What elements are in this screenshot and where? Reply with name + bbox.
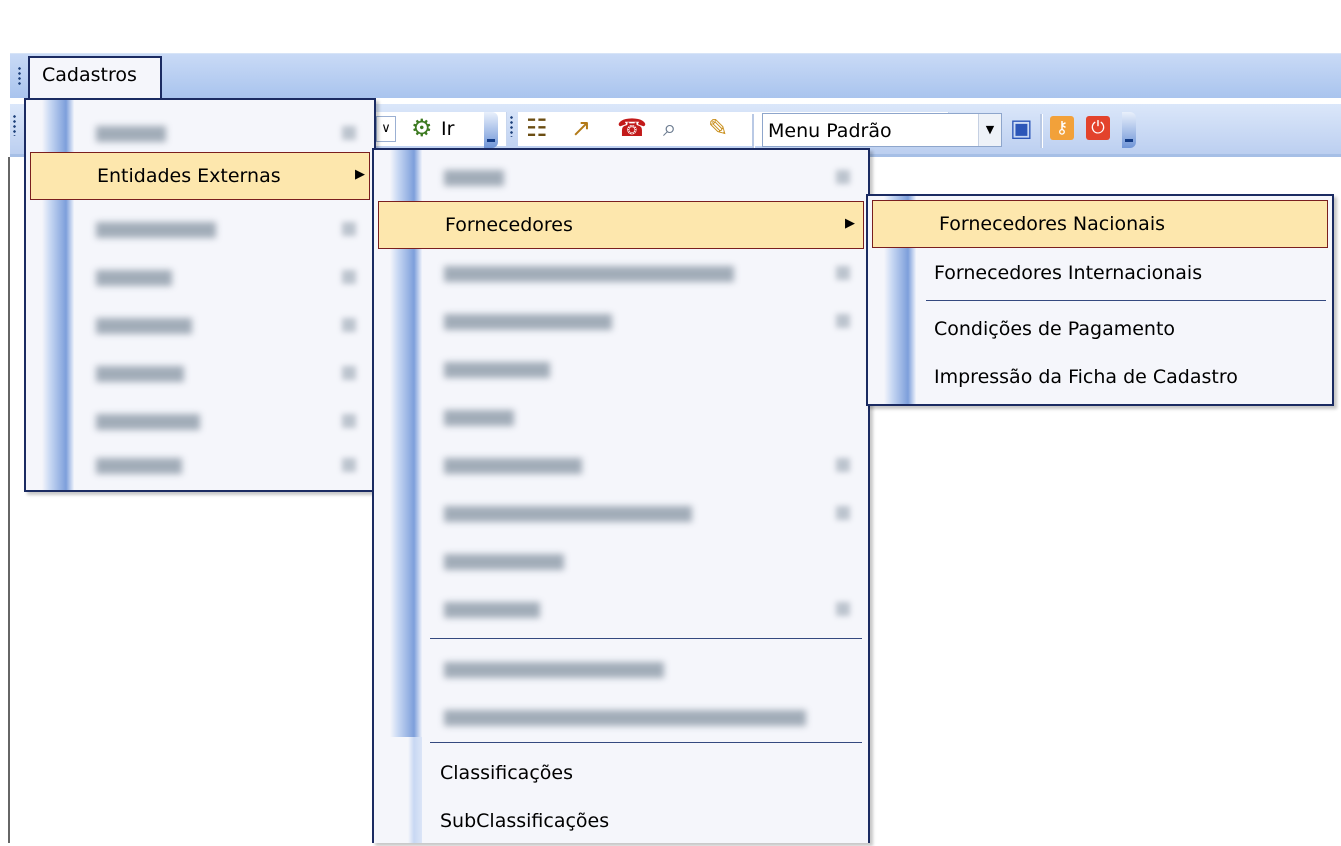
save-icon[interactable]: ▣ bbox=[1010, 114, 1033, 142]
menu-item-label: Fornecedores Internacionais bbox=[934, 262, 1203, 284]
menu-item-classificacoes[interactable]: Classificações bbox=[374, 750, 868, 798]
toolbar2-grip[interactable] bbox=[510, 115, 513, 137]
menu-separator bbox=[926, 300, 1326, 301]
go-button[interactable]: Ir bbox=[441, 118, 454, 140]
menu-separator bbox=[430, 638, 862, 639]
menu-item-hidden[interactable] bbox=[26, 204, 374, 252]
phone-icon[interactable]: ☎ bbox=[617, 114, 647, 142]
menu-item-hidden[interactable] bbox=[374, 296, 868, 344]
search-icon[interactable]: ⌕ bbox=[663, 114, 676, 142]
menu-select-value: Menu Padrão bbox=[768, 120, 892, 142]
menu-item-fornecedores-internacionais[interactable]: Fornecedores Internacionais bbox=[868, 250, 1332, 298]
menu-item-hidden[interactable] bbox=[374, 440, 868, 488]
menu-item-label: Entidades Externas bbox=[97, 165, 281, 187]
menu-item-label: Impressão da Ficha de Cadastro bbox=[934, 366, 1238, 388]
menu-item-fornecedores[interactable]: Fornecedores ▶ bbox=[378, 201, 864, 249]
menu-item-hidden[interactable] bbox=[374, 584, 868, 632]
menu-item-hidden[interactable] bbox=[374, 248, 868, 296]
toolbar-overflow-button[interactable] bbox=[484, 112, 498, 148]
toolbar-separator bbox=[752, 114, 755, 148]
menu-item-hidden[interactable] bbox=[374, 536, 868, 584]
menu-item-impressao-ficha[interactable]: Impressão da Ficha de Cadastro bbox=[868, 354, 1332, 402]
entidades-externas-menu: Fornecedores ▶ Classificações SubClassif… bbox=[372, 148, 870, 843]
power-icon[interactable]: ⏻ bbox=[1086, 116, 1110, 140]
menu-item-hidden[interactable] bbox=[26, 108, 374, 156]
toolbar-grip[interactable] bbox=[13, 114, 16, 136]
menu-item-label: SubClassificações bbox=[440, 810, 610, 832]
menu-select[interactable]: Menu Padrão ▼ bbox=[762, 113, 1002, 147]
menu-item-hidden[interactable] bbox=[374, 644, 868, 692]
menu-item-hidden[interactable] bbox=[26, 444, 374, 492]
menu-item-hidden[interactable] bbox=[26, 300, 374, 348]
refresh-icon[interactable]: ⚙ bbox=[411, 114, 433, 142]
chevron-down-icon[interactable]: ▼ bbox=[978, 114, 1001, 146]
people-icon[interactable]: ☷ bbox=[526, 114, 548, 142]
menubar-grip[interactable] bbox=[18, 66, 21, 86]
menu-item-hidden[interactable] bbox=[26, 348, 374, 396]
toolbar-separator-2 bbox=[1040, 114, 1043, 148]
menu-item-subclassificacoes[interactable]: SubClassificações bbox=[374, 798, 868, 846]
cadastros-menu: Entidades Externas ▶ bbox=[24, 98, 376, 492]
menu-item-fornecedores-nacionais[interactable]: Fornecedores Nacionais bbox=[872, 200, 1328, 248]
menu-item-label: Condições de Pagamento bbox=[934, 318, 1176, 340]
menu-item-label: Fornecedores bbox=[445, 214, 573, 236]
menu-item-label: Classificações bbox=[440, 762, 573, 784]
menu-item-hidden[interactable] bbox=[374, 392, 868, 440]
submenu-arrow-icon: ▶ bbox=[845, 216, 855, 231]
submenu-arrow-icon: ▶ bbox=[355, 167, 365, 182]
pencil-icon[interactable]: ✎ bbox=[708, 114, 728, 142]
menu-cadastros[interactable]: Cadastros bbox=[28, 56, 162, 98]
toolbar-overflow-button-2[interactable] bbox=[1122, 112, 1136, 148]
menu-item-entidades-externas[interactable]: Entidades Externas ▶ bbox=[30, 152, 370, 200]
menu-bar bbox=[10, 53, 1341, 98]
menu-item-hidden[interactable] bbox=[374, 152, 868, 200]
menu-item-hidden[interactable] bbox=[26, 252, 374, 300]
menu-item-condicoes-pagamento[interactable]: Condições de Pagamento bbox=[868, 306, 1332, 354]
menu-item-label: Fornecedores Nacionais bbox=[939, 213, 1165, 235]
dropdown-arrow-icon[interactable]: ∨ bbox=[376, 116, 396, 142]
menu-item-hidden[interactable] bbox=[374, 692, 868, 740]
menu-item-hidden[interactable] bbox=[374, 344, 868, 392]
menu-cadastros-label: Cadastros bbox=[42, 64, 137, 86]
fornecedores-menu: Fornecedores Nacionais Fornecedores Inte… bbox=[866, 194, 1334, 406]
menu-separator bbox=[430, 742, 862, 743]
chart-icon[interactable]: ↗ bbox=[571, 114, 591, 142]
menu-item-hidden[interactable] bbox=[26, 396, 374, 444]
menu-item-hidden[interactable] bbox=[374, 488, 868, 536]
key-icon[interactable]: ⚷ bbox=[1050, 116, 1074, 140]
